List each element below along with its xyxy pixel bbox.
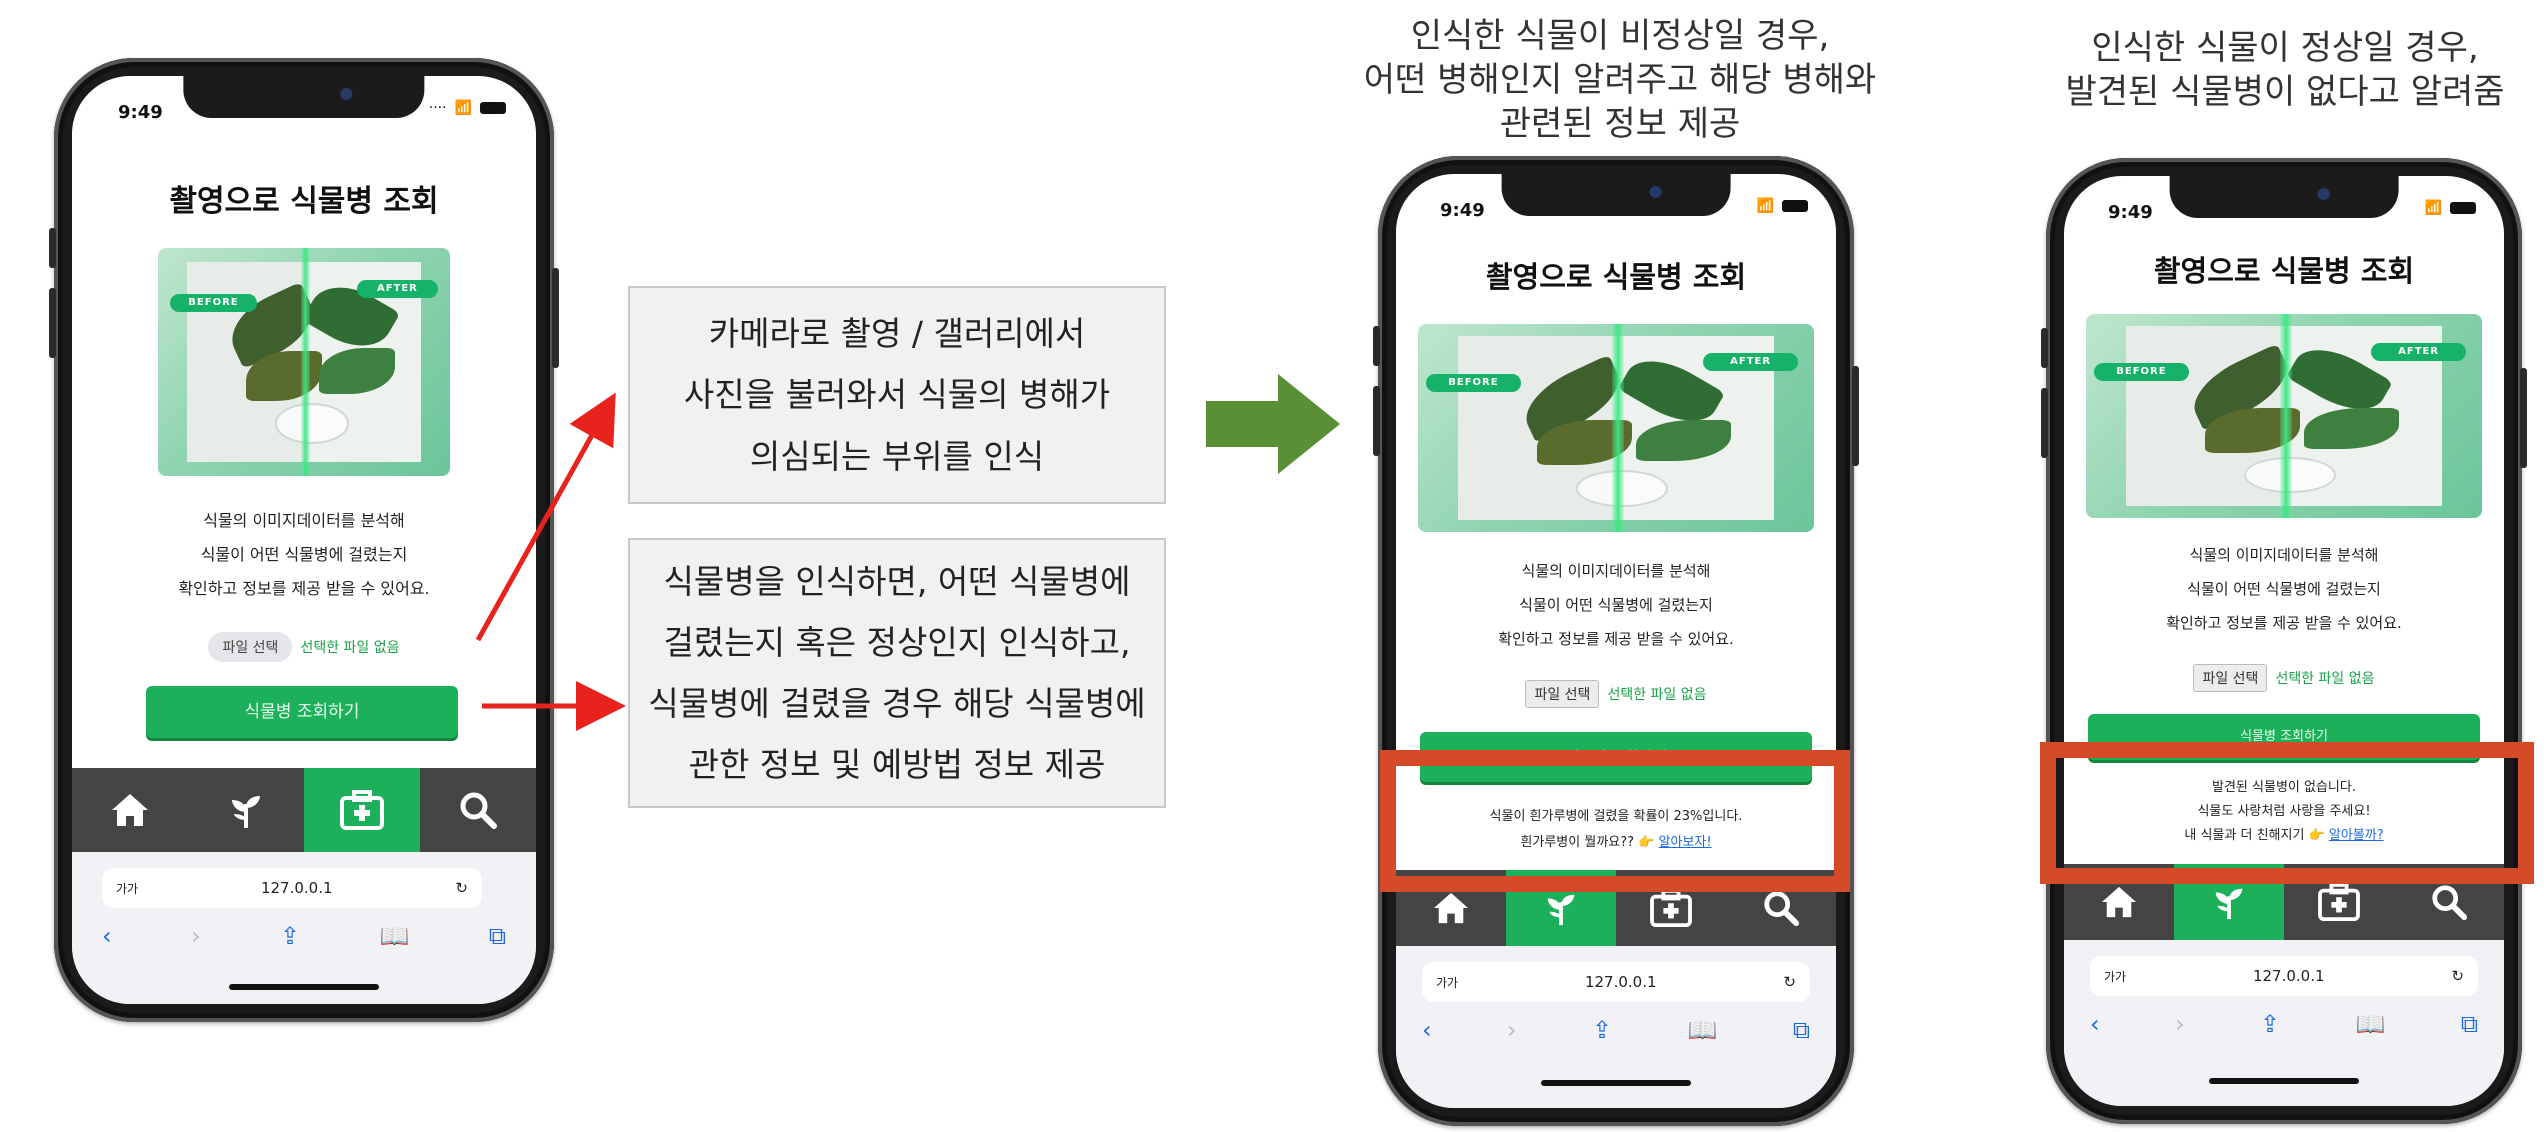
- after-tag: AFTER: [2371, 342, 2467, 361]
- phone-side-button: [1373, 326, 1380, 366]
- page-title: 촬영으로 식물병 조회: [2153, 254, 2415, 288]
- phone-side-button: [1373, 386, 1380, 456]
- notch: [2169, 176, 2399, 218]
- sprout-icon: [2215, 888, 2243, 920]
- back-icon[interactable]: ‹: [2090, 1010, 2100, 1038]
- hero-image: BEFORE AFTER: [1418, 324, 1814, 532]
- wifi-icon: 📶: [1756, 198, 1774, 214]
- forward-icon[interactable]: ›: [1507, 1016, 1517, 1044]
- file-input-row: 파일 선택 선택한 파일 없음: [2064, 664, 2504, 692]
- arrow-to-recognition-box: [475, 392, 616, 642]
- highlight-box-normal: [2040, 742, 2534, 884]
- url-text: 127.0.0.1: [1584, 973, 1657, 991]
- file-status: 선택한 파일 없음: [2275, 671, 2375, 687]
- page-title: 촬영으로 식물병 조회: [1485, 260, 1747, 294]
- url-bar[interactable]: 가가 127.0.0.1 ↻: [2090, 956, 2478, 996]
- hero-image: BEFORE AFTER: [2086, 314, 2482, 518]
- home-icon: [1434, 892, 1468, 924]
- battery-icon: [1782, 200, 1808, 212]
- sprout-icon: [1547, 894, 1575, 926]
- home-indicator: [2209, 1078, 2359, 1084]
- file-select-button[interactable]: 파일 선택: [2193, 664, 2268, 692]
- green-arrow: [1206, 374, 1340, 474]
- file-input-row: 파일 선택 선택한 파일 없음: [1396, 680, 1836, 708]
- reload-icon[interactable]: ↻: [2451, 967, 2464, 985]
- phone-side-button: [1852, 366, 1859, 466]
- text-size-button[interactable]: 가가: [2104, 968, 2126, 985]
- status-icons: 📶: [1757, 198, 1808, 214]
- tabs-icon[interactable]: ⧉: [2461, 1010, 2478, 1038]
- before-tag: BEFORE: [2093, 362, 2189, 381]
- file-status: 선택한 파일 없음: [1607, 687, 1707, 703]
- phone-screen: 9:49 📶 촬영으로 식물병 조회 BEFORE AFTER 식물의 이미지데…: [1396, 174, 1836, 1108]
- after-tag: AFTER: [1703, 353, 1799, 372]
- phone-side-button: [2041, 388, 2048, 458]
- phone-screen: 9:49 📶 촬영으로 식물병 조회 BEFORE AFTER 식물의 이미지데…: [2064, 176, 2504, 1106]
- battery-icon: [2450, 202, 2476, 214]
- notch: [1501, 174, 1731, 216]
- bookmarks-icon[interactable]: 📖: [1688, 1016, 1718, 1044]
- url-bar[interactable]: 가가 127.0.0.1 ↻: [1422, 962, 1810, 1002]
- phone-mockup-normal: 9:49 📶 촬영으로 식물병 조회 BEFORE AFTER 식물의 이미지데…: [2041, 158, 2527, 1124]
- status-time: 9:49: [2108, 202, 2153, 223]
- file-select-button[interactable]: 파일 선택: [1525, 680, 1600, 708]
- back-icon[interactable]: ‹: [1422, 1016, 1432, 1044]
- caption-abnormal: 인식한 식물이 비정상일 경우, 어떤 병해인지 알려주고 해당 병해와 관련된…: [1363, 16, 1877, 145]
- status-icons: 📶: [2425, 200, 2476, 216]
- info-box-recognition: 카메라로 촬영 / 갤러리에서 사진을 불러와서 식물의 병해가 의심되는 부위…: [628, 286, 1166, 504]
- info-box-diagnosis: 식물병을 인식하면, 어떤 식물병에 걸렸는지 혹은 정상인지 인식하고, 식물…: [628, 538, 1166, 808]
- url-text: 127.0.0.1: [2252, 967, 2325, 985]
- phone-side-button: [2520, 368, 2527, 468]
- phone-mockup-abnormal: 9:49 📶 촬영으로 식물병 조회 BEFORE AFTER 식물의 이미지데…: [1373, 156, 1859, 1126]
- browser-nav: ‹ › ⇪ 📖 ⧉: [1422, 1016, 1810, 1044]
- medical-kit-icon: [2318, 883, 2360, 921]
- browser-toolbar: 가가 127.0.0.1 ↻ ‹ › ⇪ 📖 ⧉: [1396, 946, 1836, 1108]
- status-time: 9:49: [1440, 200, 1485, 221]
- home-indicator: [1541, 1080, 1691, 1086]
- wifi-icon: 📶: [2424, 200, 2442, 216]
- forward-icon[interactable]: ›: [2175, 1010, 2185, 1038]
- caption-normal: 인식한 식물이 정상일 경우, 발견된 식물병이 없다고 알려줌: [2065, 28, 2505, 113]
- phone-side-button: [2041, 328, 2048, 368]
- bookmarks-icon[interactable]: 📖: [2356, 1010, 2386, 1038]
- medical-kit-icon: [1650, 889, 1692, 927]
- share-icon[interactable]: ⇪: [1592, 1016, 1612, 1044]
- before-tag: BEFORE: [1425, 373, 1521, 392]
- description-text: 식물의 이미지데이터를 분석해 식물이 어떤 식물병에 걸렸는지 확인하고 정보…: [1498, 562, 1734, 648]
- description-text: 식물의 이미지데이터를 분석해 식물이 어떤 식물병에 걸렸는지 확인하고 정보…: [2166, 546, 2402, 632]
- tabs-icon[interactable]: ⧉: [1793, 1016, 1810, 1044]
- search-icon: [2432, 885, 2468, 921]
- share-icon[interactable]: ⇪: [2260, 1010, 2280, 1038]
- browser-nav: ‹ › ⇪ 📖 ⧉: [2090, 1010, 2478, 1038]
- search-icon: [1764, 891, 1800, 927]
- reload-icon[interactable]: ↻: [1783, 973, 1796, 991]
- text-size-button[interactable]: 가가: [1436, 974, 1458, 991]
- home-icon: [2102, 886, 2136, 918]
- browser-toolbar: 가가 127.0.0.1 ↻ ‹ › ⇪ 📖 ⧉: [2064, 940, 2504, 1106]
- highlight-box-abnormal: [1380, 750, 1850, 892]
